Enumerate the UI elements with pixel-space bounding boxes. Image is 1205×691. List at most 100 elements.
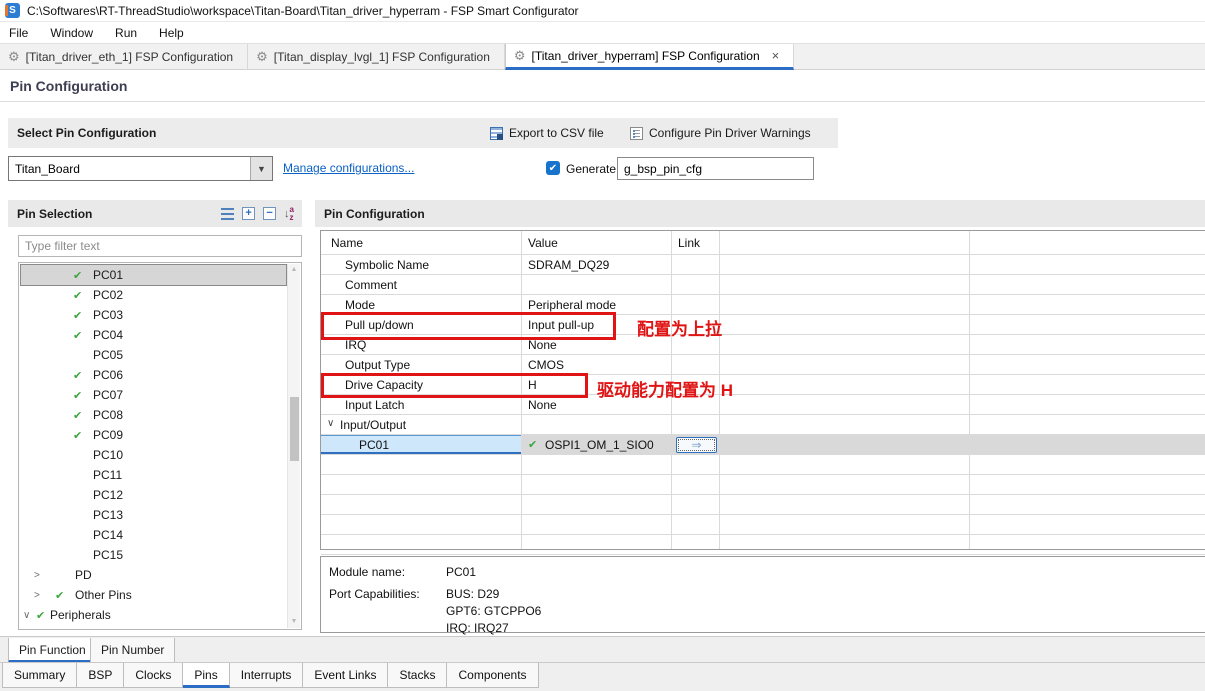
- tree-item-pc07[interactable]: ✔PC07: [21, 385, 286, 405]
- property-value[interactable]: H: [528, 378, 537, 392]
- property-row-symbolic-name[interactable]: Symbolic Name SDRAM_DQ29: [321, 255, 1205, 275]
- tab-pin-number[interactable]: Pin Number: [90, 638, 175, 663]
- selected-cell-highlight: [321, 435, 521, 454]
- view-list-icon[interactable]: [221, 208, 234, 220]
- check-icon: ✔: [36, 609, 50, 622]
- tree-item-label: Peripherals: [50, 608, 111, 622]
- tab-pin-function[interactable]: Pin Function: [8, 638, 97, 663]
- tree-item-pd[interactable]: >PD: [21, 565, 286, 585]
- tree-item-other-pins[interactable]: >✔Other Pins: [21, 585, 286, 605]
- tree-item-pc11[interactable]: PC11: [21, 465, 286, 485]
- bottom-tab-strip: Summary BSP Clocks Pins Interrupts Event…: [0, 662, 1205, 691]
- property-value[interactable]: SDRAM_DQ29: [528, 258, 609, 272]
- collapse-all-icon[interactable]: −: [263, 207, 276, 220]
- property-name: Pull up/down: [345, 318, 414, 332]
- tree-item-pc05[interactable]: PC05: [21, 345, 286, 365]
- property-row-drive-capacity[interactable]: Drive Capacity H: [321, 375, 1205, 395]
- tab-event-links[interactable]: Event Links: [303, 663, 388, 688]
- tree-item-pc10[interactable]: PC10: [21, 445, 286, 465]
- empty-row: [321, 455, 1205, 475]
- tree-item-pc04[interactable]: ✔PC04: [21, 325, 286, 345]
- property-row-output-type[interactable]: Output Type CMOS: [321, 355, 1205, 375]
- checklist-icon: [630, 127, 643, 140]
- tree-item-pc08[interactable]: ✔PC08: [21, 405, 286, 425]
- menu-run[interactable]: Run: [104, 22, 148, 43]
- property-row-comment[interactable]: Comment: [321, 275, 1205, 295]
- tab-titan-driver-eth[interactable]: ⚙ [Titan_driver_eth_1] FSP Configuration: [0, 44, 248, 70]
- window-title: C:\Softwares\RT-ThreadStudio\workspace\T…: [27, 4, 579, 18]
- tree-item-pc06[interactable]: ✔PC06: [21, 365, 286, 385]
- tab-summary[interactable]: Summary: [2, 663, 77, 688]
- chevron-right-icon[interactable]: >: [34, 590, 55, 601]
- tree-item-pc12[interactable]: PC12: [21, 485, 286, 505]
- table-header-row: Name Value Link: [321, 231, 1205, 255]
- tree-item-pc13[interactable]: PC13: [21, 505, 286, 525]
- property-value[interactable]: None: [528, 338, 557, 352]
- property-value[interactable]: None: [528, 398, 557, 412]
- property-name[interactable]: PC01: [359, 438, 389, 452]
- tab-stacks[interactable]: Stacks: [388, 663, 447, 688]
- check-icon: ✔: [73, 409, 93, 422]
- sort-az-icon[interactable]: ↓az: [284, 206, 294, 222]
- tree-item-pc02[interactable]: ✔PC02: [21, 285, 286, 305]
- tab-components[interactable]: Components: [447, 663, 538, 688]
- scrollbar-thumb[interactable]: [290, 397, 299, 461]
- column-divider: [521, 231, 522, 549]
- pin-configuration-select[interactable]: Titan_Board ▼: [8, 156, 273, 181]
- property-value[interactable]: OSPI1_OM_1_SIO0: [545, 438, 654, 452]
- tree-item-pc09[interactable]: ✔PC09: [21, 425, 286, 445]
- property-row-input-latch[interactable]: Input Latch None: [321, 395, 1205, 415]
- property-value[interactable]: CMOS: [528, 358, 564, 372]
- tree-item-peripherals[interactable]: ∨✔Peripherals: [21, 605, 286, 625]
- property-row-mode[interactable]: Mode Peripheral mode: [321, 295, 1205, 315]
- property-value[interactable]: Input pull-up: [528, 318, 594, 332]
- port-capabilities-label: Port Capabilities:: [329, 587, 420, 601]
- menu-window[interactable]: Window: [39, 22, 104, 43]
- tree-item-pc03[interactable]: ✔PC03: [21, 305, 286, 325]
- pin-selection-title: Pin Selection: [17, 207, 92, 221]
- tab-bsp[interactable]: BSP: [77, 663, 124, 688]
- menu-help[interactable]: Help: [148, 22, 195, 43]
- close-icon[interactable]: ×: [772, 48, 780, 63]
- chevron-down-icon[interactable]: ∨: [23, 610, 36, 621]
- property-row-irq[interactable]: IRQ None: [321, 335, 1205, 355]
- tree-item-pc14[interactable]: PC14: [21, 525, 286, 545]
- menu-file[interactable]: File: [0, 22, 39, 43]
- property-row-pull-up-down[interactable]: Pull up/down Input pull-up: [321, 315, 1205, 335]
- tree-item-label: PC06: [93, 368, 123, 382]
- scroll-up-icon[interactable]: ▲: [288, 264, 300, 276]
- tree-item-label: PC12: [93, 488, 123, 502]
- expand-all-icon[interactable]: +: [242, 207, 255, 220]
- manage-configurations-link[interactable]: Manage configurations...: [283, 161, 414, 175]
- column-divider: [969, 231, 970, 549]
- generate-data-input[interactable]: [617, 157, 814, 180]
- property-group-input-output[interactable]: ∨ Input/Output: [321, 415, 1205, 435]
- property-name: Input/Output: [340, 418, 406, 432]
- configure-pin-driver-warnings-button[interactable]: Configure Pin Driver Warnings: [630, 118, 811, 148]
- tab-clocks[interactable]: Clocks: [124, 663, 183, 688]
- tree-item-pc01[interactable]: ✔PC01: [21, 265, 286, 285]
- chevron-down-icon[interactable]: ∨: [327, 418, 334, 429]
- pin-view-tab-strip: Pin Function Pin Number: [0, 636, 1205, 662]
- link-navigate-button[interactable]: ⇒: [676, 437, 717, 453]
- property-row-pc01[interactable]: PC01 ✔ OSPI1_OM_1_SIO0 ⇒: [321, 435, 1205, 455]
- tree-scrollbar[interactable]: ▲ ▼: [287, 264, 300, 628]
- warnings-label: Configure Pin Driver Warnings: [649, 126, 811, 140]
- tab-pins[interactable]: Pins: [183, 663, 229, 688]
- property-name: Mode: [345, 298, 375, 312]
- property-value[interactable]: Peripheral mode: [528, 298, 616, 312]
- chevron-right-icon[interactable]: >: [34, 570, 55, 581]
- divider: [0, 101, 1205, 102]
- generate-data-checkbox[interactable]: ✔: [546, 161, 560, 175]
- tab-titan-driver-hyperram[interactable]: ⚙ [Titan_driver_hyperram] FSP Configurat…: [505, 44, 794, 70]
- scroll-down-icon[interactable]: ▼: [288, 616, 300, 628]
- tab-label: [Titan_display_lvgl_1] FSP Configuration: [274, 50, 490, 64]
- export-to-csv-button[interactable]: Export to CSV file: [490, 118, 604, 148]
- tab-interrupts[interactable]: Interrupts: [230, 663, 304, 688]
- tree-item-label: PC13: [93, 508, 123, 522]
- pin-filter-input[interactable]: [18, 235, 302, 257]
- property-name: Comment: [345, 278, 397, 292]
- tab-titan-display-lvgl[interactable]: ⚙ [Titan_display_lvgl_1] FSP Configurati…: [248, 44, 505, 70]
- tree-item-pc15[interactable]: PC15: [21, 545, 286, 565]
- check-icon: ✔: [73, 329, 93, 342]
